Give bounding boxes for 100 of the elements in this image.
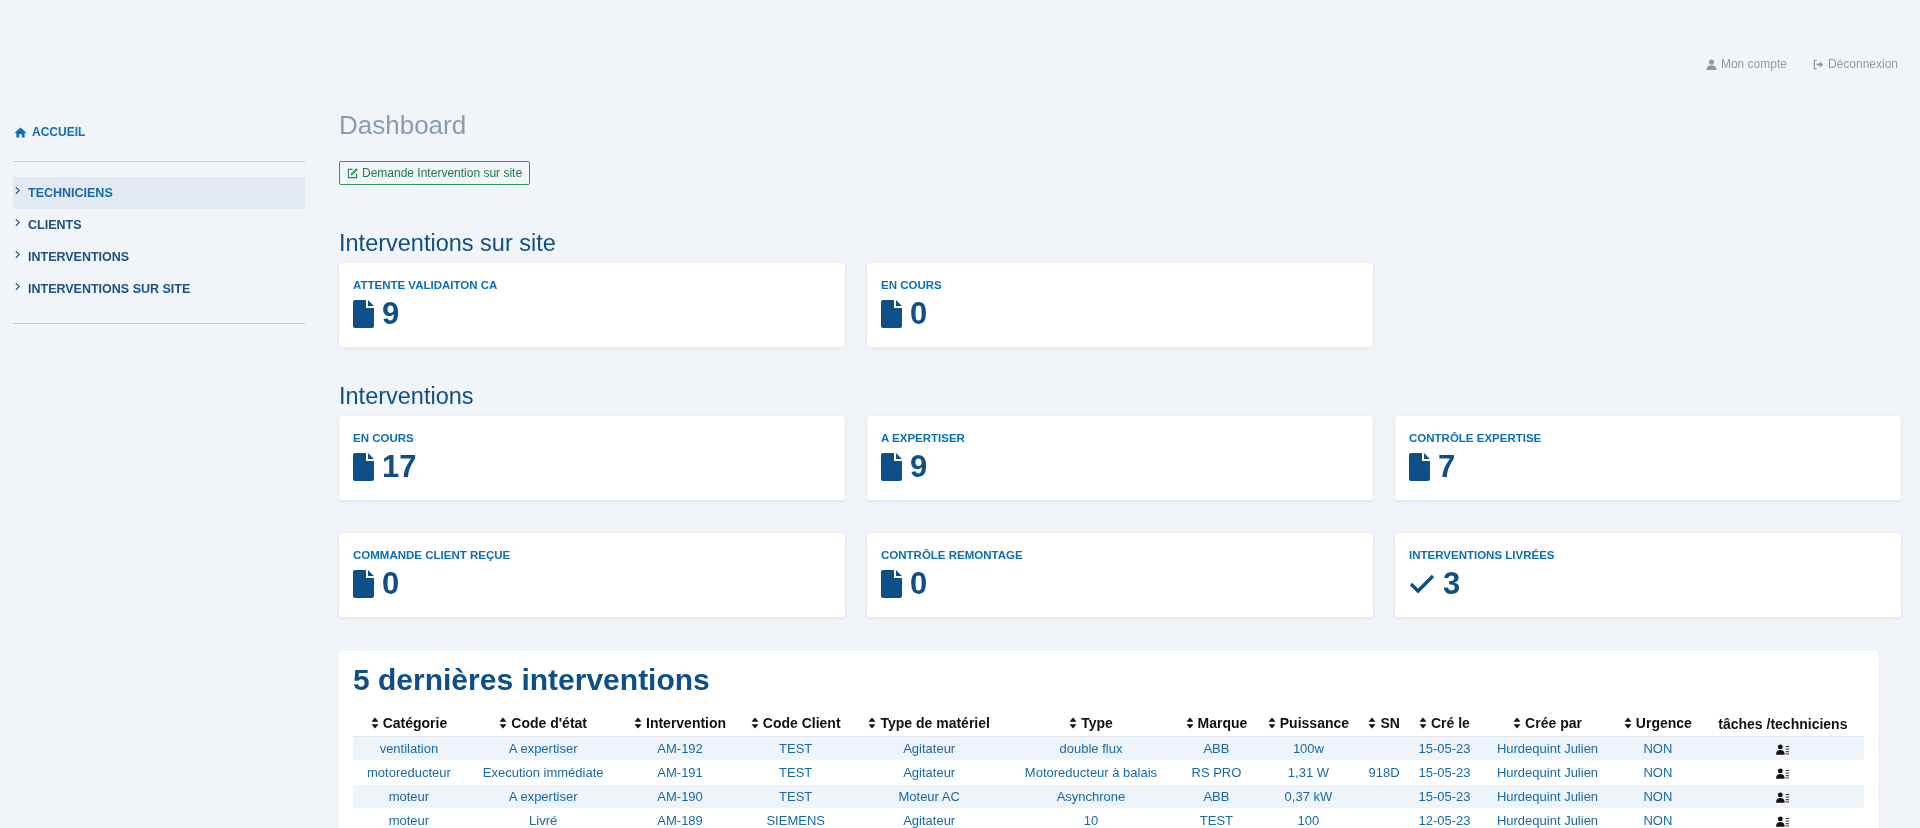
sort-icon <box>1267 717 1276 729</box>
table-cell: ABB <box>1203 789 1230 804</box>
sort-icon <box>1185 717 1194 729</box>
stat-value: 0 <box>382 566 400 602</box>
table-cell: 100w <box>1292 741 1324 756</box>
table-cell: AM-189 <box>657 813 703 828</box>
column-header[interactable]: Type de matériel <box>868 715 990 731</box>
stat-value: 0 <box>910 296 928 332</box>
stat-label: A EXPERTISER <box>881 432 965 444</box>
table-cell: motoreducteur <box>367 765 451 780</box>
column-header[interactable]: Marque <box>1185 715 1248 731</box>
table-cell: A expertiser <box>508 789 578 804</box>
table-cell: AM-192 <box>657 741 703 756</box>
table-cell: Agitateur <box>903 765 956 780</box>
table-cell: ABB <box>1203 741 1230 756</box>
table-cell: Motoreducteur à balais <box>1024 765 1158 780</box>
stat-label: EN COURS <box>353 432 414 444</box>
file-icon <box>353 453 374 481</box>
sort-icon <box>1419 717 1427 729</box>
logout-icon <box>1812 58 1824 70</box>
column-header[interactable]: Crée par <box>1513 715 1582 731</box>
column-header[interactable]: Type <box>1069 715 1113 731</box>
table-cell: Agitateur <box>903 741 956 756</box>
check-icon <box>1409 574 1435 594</box>
page-title: Dashboard <box>339 110 468 141</box>
home-icon <box>14 126 27 138</box>
column-header[interactable]: Catégorie <box>370 715 448 731</box>
table-cell: TEST <box>779 765 813 780</box>
table-cell: Hurdequint Julien <box>1496 765 1599 780</box>
file-icon <box>881 570 902 598</box>
table-cell: NON <box>1643 741 1673 756</box>
column-header[interactable]: Cré le <box>1419 715 1470 731</box>
column-header[interactable]: tâches /techniciens <box>1718 715 1848 732</box>
stat-label: EN COURS <box>881 279 942 291</box>
table-cell: Hurdequint Julien <box>1496 789 1599 804</box>
column-header[interactable]: Puissance <box>1267 715 1350 731</box>
table-cell: 15-05-23 <box>1418 789 1471 804</box>
stat-value: 9 <box>910 449 928 485</box>
user-icon <box>1705 58 1717 70</box>
table-cell: Execution immédiate <box>482 765 604 780</box>
table-cell: Livré <box>529 813 558 828</box>
chevron-icon <box>15 281 20 291</box>
table-cell: Agitateur <box>903 813 956 828</box>
stat-value: 9 <box>382 296 400 332</box>
stat-label: INTERVENTIONS LIVRÉES <box>1409 549 1555 561</box>
table-cell: 1,31 W <box>1287 765 1329 780</box>
column-header[interactable]: Urgence <box>1623 715 1692 731</box>
file-icon <box>353 570 374 598</box>
file-icon <box>881 453 902 481</box>
user-list-icon[interactable] <box>1775 768 1790 780</box>
chevron-icon <box>15 249 20 259</box>
nav-item[interactable]: INTERVENTIONS <box>13 241 305 273</box>
table-cell: Hurdequint Julien <box>1496 741 1599 756</box>
table-cell: 10 <box>1083 813 1099 828</box>
nav-item[interactable]: TECHNICIENS <box>13 177 305 209</box>
column-header[interactable]: Code Client <box>750 715 841 731</box>
column-header[interactable]: SN <box>1368 715 1400 731</box>
nav-item[interactable]: INTERVENTIONS SUR SITE <box>13 273 305 305</box>
column-header[interactable]: Intervention <box>634 715 727 731</box>
table-cell: 15-05-23 <box>1418 741 1471 756</box>
table-cell: TEST <box>779 741 813 756</box>
file-icon <box>881 300 902 328</box>
table-cell: AM-191 <box>657 765 703 780</box>
table-cell: moteur <box>388 789 430 804</box>
column-header[interactable]: Code d'état <box>499 715 587 731</box>
edit-icon <box>347 167 358 179</box>
table-cell: Asynchrone <box>1056 789 1126 804</box>
sort-icon <box>868 717 877 729</box>
user-list-icon[interactable] <box>1775 792 1790 804</box>
table-cell: SIEMENS <box>766 813 825 828</box>
stat-value: 3 <box>1443 566 1461 602</box>
table-cell: 0,37 kW <box>1284 789 1333 804</box>
sort-icon <box>634 717 642 729</box>
table-cell: A expertiser <box>508 741 578 756</box>
nav-item[interactable]: CLIENTS <box>13 209 305 241</box>
sort-icon <box>1368 717 1377 729</box>
table-cell: double flux <box>1059 741 1123 756</box>
user-list-icon[interactable] <box>1775 744 1790 756</box>
table-cell: Moteur AC <box>898 789 960 804</box>
stat-label: ATTENTE VALIDAITON CA <box>353 279 498 291</box>
home-link[interactable]: ACCUEIL <box>13 124 305 140</box>
table-title: 5 dernières interventions <box>353 663 711 697</box>
section-title: Interventions sur site <box>339 230 557 257</box>
table-cell: 918D <box>1368 765 1400 780</box>
stat-label: CONTRÔLE REMONTAGE <box>881 549 1023 561</box>
stat-label: COMMANDE CLIENT REÇUE <box>353 549 511 561</box>
table-cell: TEST <box>1199 813 1234 828</box>
table-cell: 12-05-23 <box>1418 813 1471 828</box>
stat-value: 7 <box>1438 449 1456 485</box>
table-cell: ventilation <box>379 741 439 756</box>
stat-label: CONTRÔLE EXPERTISE <box>1409 432 1542 444</box>
table-cell: Hurdequint Julien <box>1496 813 1599 828</box>
request-button[interactable]: Demande Intervention sur site <box>339 161 531 185</box>
stat-value: 17 <box>382 449 417 485</box>
user-list-icon[interactable] <box>1775 816 1790 828</box>
chevron-icon <box>15 217 20 227</box>
table-cell: AM-190 <box>657 789 703 804</box>
sort-icon <box>370 717 379 729</box>
sort-icon <box>499 717 508 729</box>
table-cell: moteur <box>388 813 430 828</box>
